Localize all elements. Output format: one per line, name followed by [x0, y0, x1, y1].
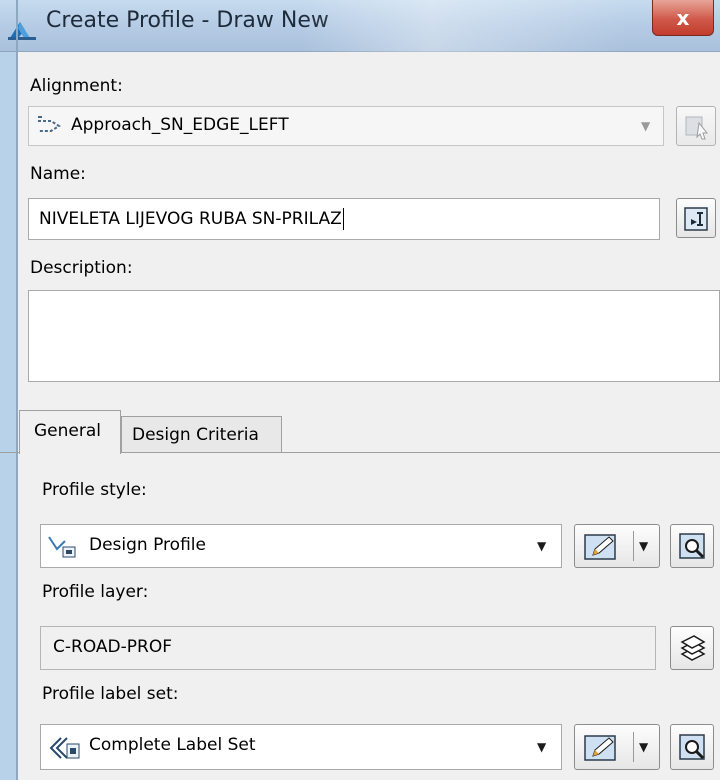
alignment-value: Approach_SN_EDGE_LEFT [71, 115, 289, 135]
name-input-text: NIVELETA LIJEVOG RUBA SN-PRILAZ [39, 208, 344, 230]
preview-magnifier-icon [679, 533, 705, 559]
label-set-icon [49, 737, 80, 759]
close-icon: x [676, 6, 690, 30]
title-bar[interactable]: Create Profile - Draw New x [0, 0, 720, 52]
split-divider [633, 732, 634, 762]
edit-pencil-icon [584, 735, 616, 761]
preview-magnifier-icon [679, 734, 705, 760]
profile-label-set-preview-button[interactable] [670, 724, 714, 770]
frame-edge [16, 0, 18, 780]
profile-style-edit-button[interactable]: ▼ [574, 524, 660, 568]
profile-label-set-value: Complete Label Set [89, 735, 256, 755]
tab-design-criteria[interactable]: Design Criteria [121, 416, 282, 452]
chevron-down-icon: ▼ [639, 539, 649, 553]
chevron-down-icon: ▼ [537, 740, 547, 754]
profile-style-preview-button[interactable] [670, 524, 714, 568]
tab-general-label: General [34, 421, 101, 441]
profile-layer-button[interactable] [670, 626, 714, 670]
profile-label-set-select[interactable]: Complete Label Set ▼ [40, 724, 562, 770]
alignment-icon [38, 116, 61, 132]
profile-label-set-label: Profile label set: [42, 684, 179, 704]
pick-from-drawing-icon [685, 116, 709, 140]
design-profile-icon [48, 536, 76, 558]
name-template-button[interactable] [676, 198, 716, 238]
name-label: Name: [30, 164, 86, 184]
profile-label-set-edit-button[interactable]: ▼ [574, 724, 660, 770]
profile-layer-label: Profile layer: [42, 582, 149, 602]
chevron-down-icon: ▼ [537, 539, 547, 553]
description-label: Description: [30, 258, 133, 278]
close-button[interactable]: x [652, 0, 714, 36]
profile-layer-value: C-ROAD-PROF [53, 637, 172, 657]
tab-design-criteria-label: Design Criteria [132, 425, 259, 445]
name-template-icon [684, 207, 708, 231]
name-input[interactable]: NIVELETA LIJEVOG RUBA SN-PRILAZ [28, 198, 660, 240]
edit-pencil-icon [584, 534, 616, 560]
pick-alignment-button[interactable] [676, 106, 716, 146]
civil3d-app-icon [8, 22, 36, 40]
profile-style-label: Profile style: [42, 480, 147, 500]
window-title: Create Profile - Draw New [46, 8, 329, 33]
tab-general[interactable]: General [19, 410, 121, 454]
chevron-down-icon: ▼ [641, 119, 651, 133]
alignment-label: Alignment: [30, 76, 123, 96]
profile-layer-field: C-ROAD-PROF [40, 626, 656, 670]
description-textarea[interactable] [28, 290, 720, 382]
split-divider [633, 531, 634, 561]
profile-style-value: Design Profile [89, 535, 206, 555]
chevron-down-icon: ▼ [639, 740, 649, 754]
profile-style-select[interactable]: Design Profile ▼ [40, 524, 562, 568]
alignment-select[interactable]: Approach_SN_EDGE_LEFT ▼ [28, 106, 664, 146]
layer-stack-icon [680, 635, 706, 661]
